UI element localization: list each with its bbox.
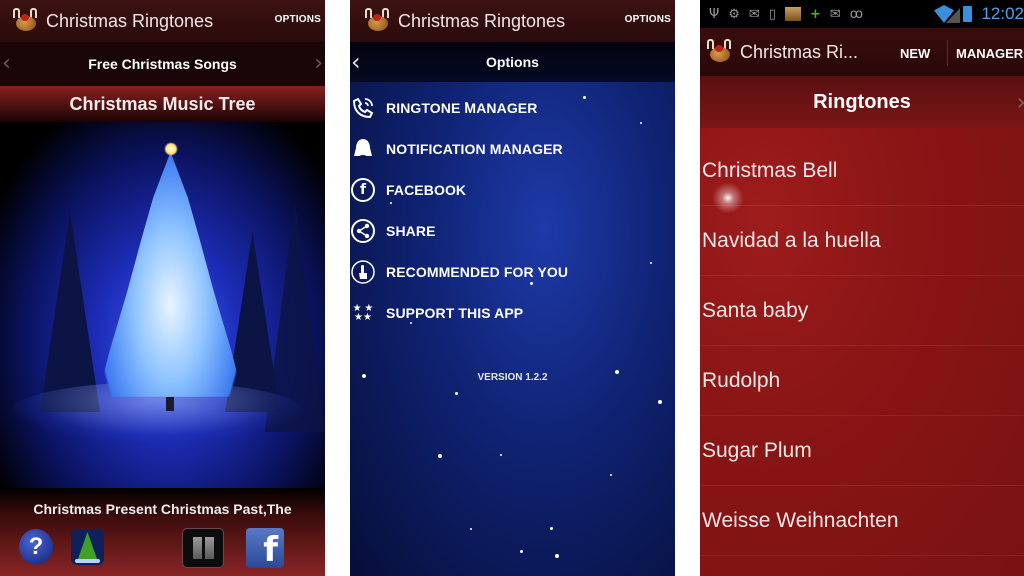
menu-label: RECOMMENDED FOR YOU [386, 264, 569, 280]
facebook-icon: f [263, 530, 278, 570]
song-header: Christmas Music Tree [0, 86, 325, 122]
action-bar: Christmas Ri... NEW MANAGER [700, 28, 1024, 76]
ringtone-list: Christmas Bell Navidad a la huella Santa… [700, 128, 1024, 576]
list-item[interactable]: Navidad a la huella [700, 206, 1024, 276]
menu-item-ringtone-manager[interactable]: RINGTONE MANAGER [350, 93, 675, 123]
menu-item-notification-manager[interactable]: NOTIFICATION MANAGER [350, 134, 675, 164]
player-controls: Christmas Present Christmas Past,The ? f [0, 488, 325, 576]
phone-ringing-icon [350, 95, 376, 121]
pause-icon [193, 537, 202, 559]
menu-label: FACEBOOK [386, 182, 467, 198]
menu-item-support[interactable]: ★ ★ ★★ SUPPORT THIS APP [350, 298, 675, 328]
list-item[interactable]: Christmas Bell [700, 136, 1024, 206]
menu-label: SUPPORT THIS APP [386, 305, 524, 321]
facebook-icon: f [350, 177, 376, 203]
chevron-right-icon[interactable]: › [314, 51, 323, 76]
ringtone-name: Navidad a la huella [702, 228, 881, 252]
app-title: Christmas Ringtones [46, 10, 214, 31]
app-title: Christmas Ri... [740, 41, 859, 62]
ringtones-title: Ringtones [813, 90, 911, 113]
facebook-button[interactable]: f [246, 528, 284, 570]
ringtone-name: Santa baby [702, 298, 809, 322]
christmas-tree-icon [78, 532, 97, 559]
ringtones-title-bar: Ringtones › [700, 76, 1024, 128]
menu-item-share[interactable]: SHARE [350, 216, 675, 246]
image-notification-icon [784, 7, 801, 21]
ringtone-name: Rudolph [702, 368, 781, 392]
share-icon [350, 218, 376, 244]
menu-label: RINGTONE MANAGER [386, 100, 538, 116]
ringtones-screen: Ψ ⚙ ✉ ▯ + ✉ ꝏ 12:02 Christmas Ri... NEW … [700, 0, 1024, 576]
reindeer-logo-icon [706, 39, 734, 65]
category-bar: ‹ Free Christmas Songs › [0, 42, 325, 86]
options-title: Options [486, 54, 539, 70]
gmail-icon: ✉ [748, 6, 760, 22]
email-icon: ✉ [829, 6, 841, 22]
options-button[interactable]: OPTIONS [625, 14, 671, 25]
new-button[interactable]: NEW [900, 46, 930, 61]
list-item[interactable]: Sugar Plum [700, 416, 1024, 486]
android-icon: ⚙ [728, 6, 740, 22]
reindeer-logo-icon [12, 8, 40, 34]
plus-icon: + [809, 6, 821, 22]
star-icon [164, 142, 178, 156]
manager-button[interactable]: MANAGER [956, 46, 1023, 61]
list-item[interactable]: Santa baby [700, 276, 1024, 346]
help-button[interactable]: ? [19, 529, 53, 565]
stars-icon: ★ ★ ★★ [352, 303, 374, 323]
ringtone-name: Weisse Weihnachten [702, 508, 899, 532]
list-item[interactable]: Rudolph [700, 346, 1024, 416]
question-icon: ? [28, 533, 44, 560]
menu-item-facebook[interactable]: f FACEBOOK [350, 175, 675, 205]
status-bar: Ψ ⚙ ✉ ▯ + ✉ ꝏ 12:02 [700, 0, 1024, 28]
menu-item-recommended[interactable]: RECOMMENDED FOR YOU [350, 257, 675, 287]
usb-icon: Ψ [709, 6, 720, 22]
options-screen: Christmas Ringtones OPTIONS ‹ Options RI… [350, 0, 675, 576]
status-time: 12:02 [981, 4, 1024, 23]
player-screen: Christmas Ringtones OPTIONS ‹ Free Chris… [0, 0, 325, 576]
ringtone-name: Sugar Plum [702, 438, 812, 462]
tree-button[interactable] [71, 529, 104, 565]
bell-icon [350, 136, 376, 162]
chevron-left-icon[interactable]: ‹ [2, 51, 11, 76]
divider [947, 40, 948, 66]
battery-charging-icon [963, 6, 972, 22]
options-button[interactable]: OPTIONS [275, 14, 321, 25]
list-item[interactable]: Weisse Weihnachten [700, 486, 1024, 556]
chevron-left-icon[interactable]: ‹ [351, 48, 361, 76]
touch-icon [350, 259, 376, 285]
christmas-tree-artwork [0, 122, 325, 488]
reindeer-logo-icon [364, 8, 392, 34]
ringtone-name: Christmas Bell [702, 158, 838, 182]
pause-button[interactable] [182, 528, 224, 568]
menu-label: SHARE [386, 223, 436, 239]
voicemail-icon: ꝏ [849, 6, 864, 22]
now-playing-title: Christmas Present Christmas Past,The [33, 501, 292, 517]
download-icon: ▯ [768, 6, 776, 22]
song-header-title: Christmas Music Tree [69, 93, 256, 114]
options-title-bar: ‹ Options [350, 42, 675, 82]
action-bar: Christmas Ringtones OPTIONS [0, 0, 325, 42]
action-bar: Christmas Ringtones OPTIONS [350, 0, 675, 42]
app-title: Christmas Ringtones [398, 10, 566, 31]
chevron-right-icon[interactable]: › [1016, 88, 1024, 116]
category-title: Free Christmas Songs [88, 56, 237, 72]
version-label: VERSION 1.2.2 [477, 372, 548, 383]
menu-label: NOTIFICATION MANAGER [386, 141, 563, 157]
